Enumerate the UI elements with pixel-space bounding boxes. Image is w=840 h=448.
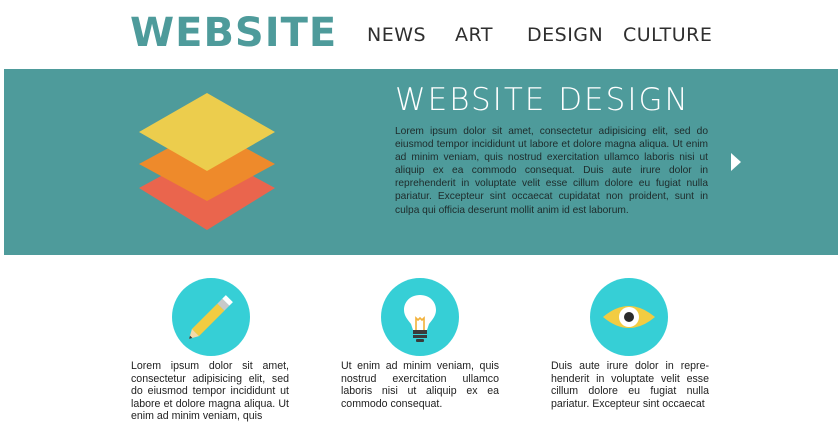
feature-text-1: Lorem ipsum dolor sit amet, consectetur … bbox=[131, 360, 289, 423]
nav-item-culture[interactable]: CULTURE bbox=[623, 24, 712, 46]
eye-icon bbox=[590, 278, 668, 356]
site-logo[interactable]: WEBSITE bbox=[130, 10, 337, 56]
nav-item-art[interactable]: ART bbox=[455, 24, 493, 46]
stacked-layers-icon bbox=[139, 93, 275, 230]
feature-text-3: Duis aute irure dolor in repre­henderit … bbox=[551, 360, 709, 410]
hero-title: WEBSITE DESIGN bbox=[395, 82, 690, 118]
hero-text: Lorem ipsum dolor sit amet, consectetur … bbox=[395, 126, 708, 216]
lightbulb-icon bbox=[381, 278, 459, 356]
site-header: WEBSITE NEWS ART DESIGN CULTURE bbox=[0, 0, 840, 70]
feature-text-2: Ut enim ad minim veniam, quis nostrud ex… bbox=[341, 360, 499, 410]
hero-banner: WEBSITE DESIGN Lorem ipsum dolor sit ame… bbox=[4, 69, 838, 255]
nav-item-news[interactable]: NEWS bbox=[367, 24, 426, 46]
next-arrow-icon[interactable] bbox=[730, 153, 742, 171]
pencil-icon bbox=[172, 278, 250, 356]
nav-item-design[interactable]: DESIGN bbox=[527, 24, 603, 46]
